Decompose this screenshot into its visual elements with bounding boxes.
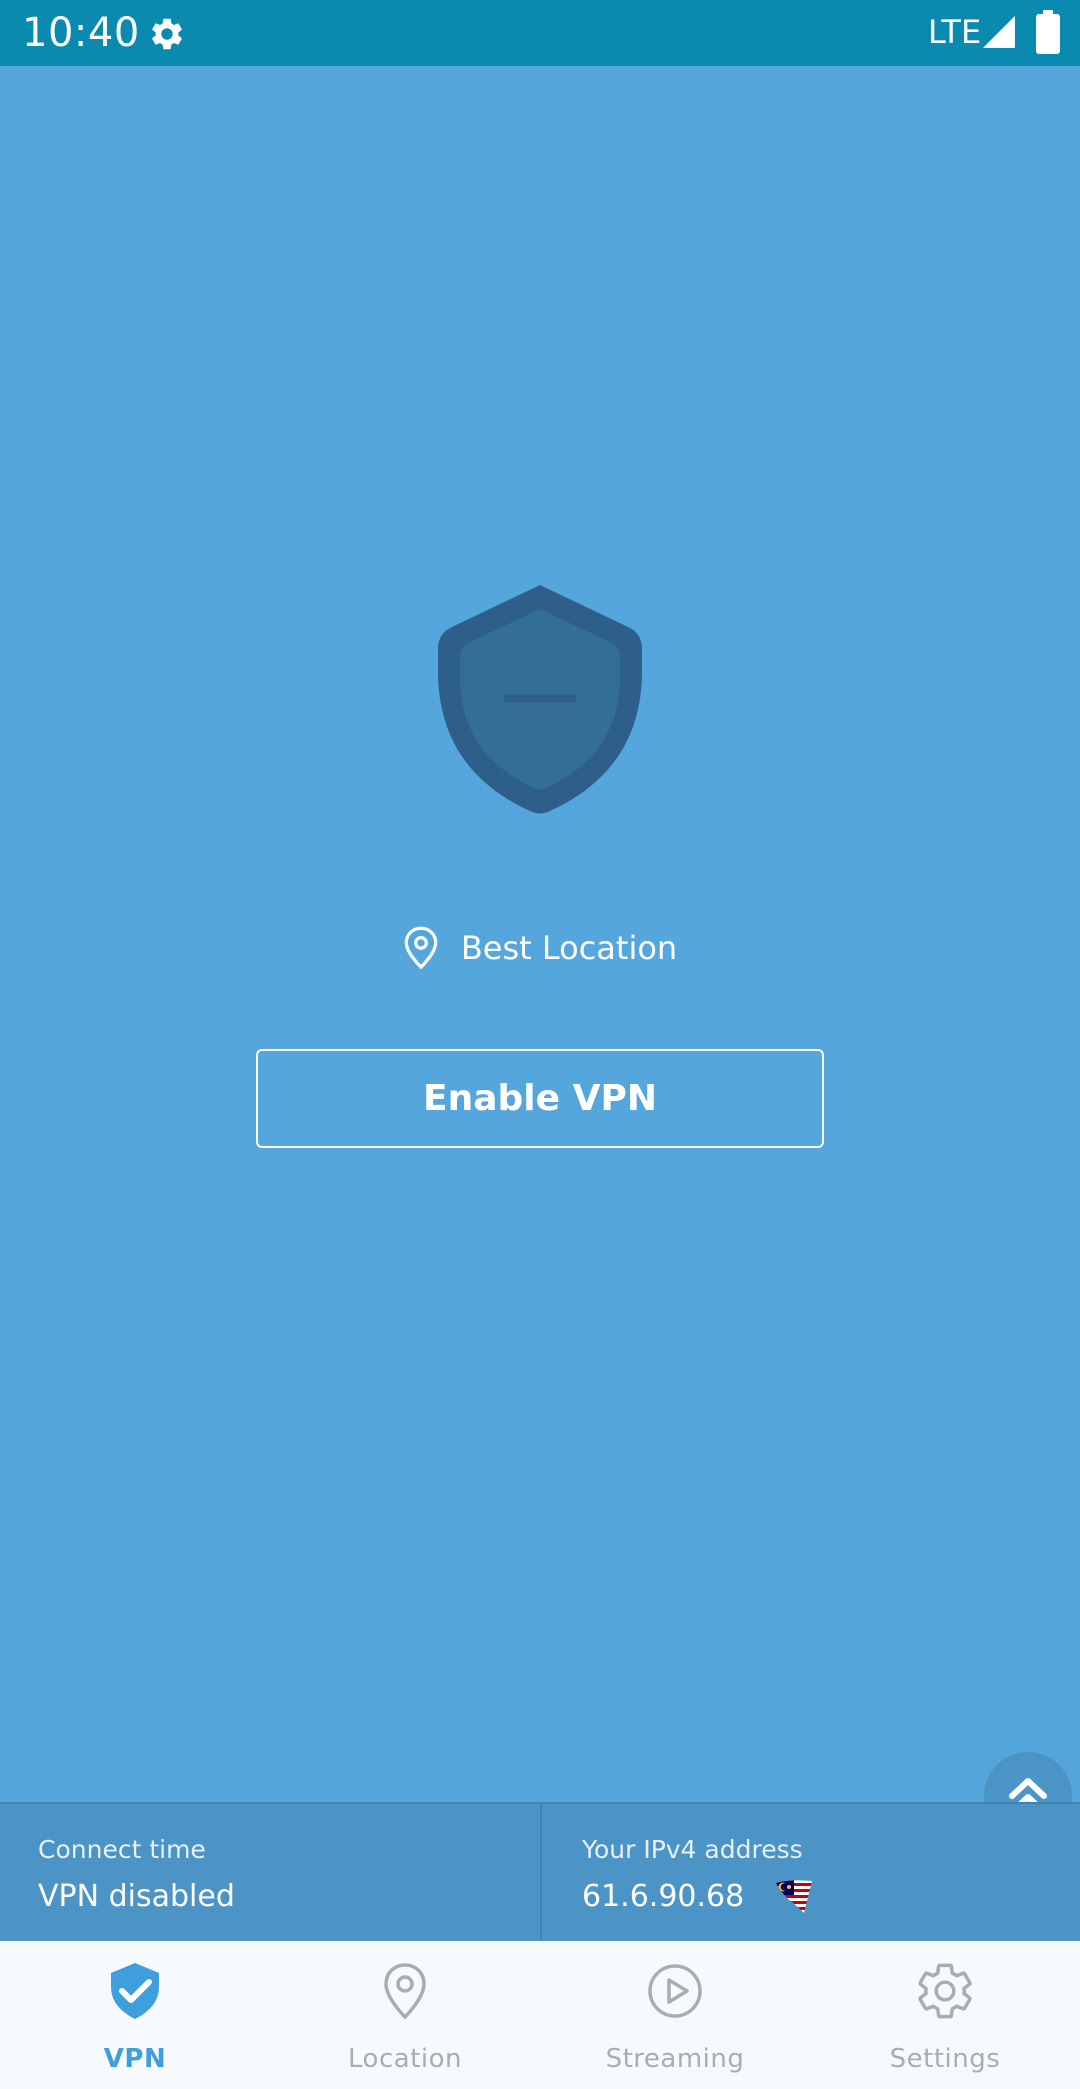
ip-address-label: Your IPv4 address xyxy=(582,1835,803,1864)
nav-label-settings: Settings xyxy=(889,2044,1001,2074)
connect-time-cell: Connect time VPN disabled xyxy=(0,1804,540,1941)
location-pin-icon xyxy=(404,926,438,970)
malaysia-flag-icon xyxy=(776,1880,813,1914)
nav-tab-location[interactable]: Location xyxy=(270,1941,540,2089)
play-circle-icon xyxy=(648,1964,702,2018)
connect-time-value: VPN disabled xyxy=(38,1879,235,1914)
nav-label-vpn: VPN xyxy=(103,2044,167,2074)
nav-tab-streaming[interactable]: Streaming xyxy=(540,1941,810,2089)
location-selector[interactable]: Best Location xyxy=(0,920,1080,976)
connect-time-label: Connect time xyxy=(38,1835,206,1864)
shield-disabled-icon xyxy=(438,585,642,814)
ip-address-row: 61.6.90.68 xyxy=(582,1877,814,1917)
settings-gear-icon xyxy=(152,18,182,50)
nav-label-streaming: Streaming xyxy=(605,2044,745,2074)
nav-tab-vpn[interactable]: VPN xyxy=(0,1941,270,2089)
signal-icon xyxy=(983,16,1015,48)
connection-info-panel: Connect time VPN disabled Your IPv4 addr… xyxy=(0,1802,1080,1941)
gear-icon xyxy=(918,1963,972,2019)
nav-label-location: Location xyxy=(348,2044,462,2074)
enable-vpn-button[interactable]: Enable VPN xyxy=(256,1049,824,1148)
ip-address-cell: Your IPv4 address 61.6.90.68 xyxy=(540,1804,1080,1941)
location-label: Best Location xyxy=(460,929,678,967)
shield-check-icon xyxy=(111,1963,159,2019)
map-pin-icon xyxy=(384,1963,426,2020)
status-bar: 10:40 LTE xyxy=(0,0,1080,66)
ip-address-value: 61.6.90.68 xyxy=(582,1879,745,1914)
nav-tab-settings[interactable]: Settings xyxy=(810,1941,1080,2089)
network-type-label: LTE xyxy=(928,13,982,51)
bottom-navigation: VPN Location Streaming Settings xyxy=(0,1941,1080,2089)
status-time: 10:40 xyxy=(22,10,140,56)
vpn-home-screen: 10:40 LTE Best Location Enable VPN Conne… xyxy=(0,0,1080,2089)
battery-icon xyxy=(1036,10,1060,54)
